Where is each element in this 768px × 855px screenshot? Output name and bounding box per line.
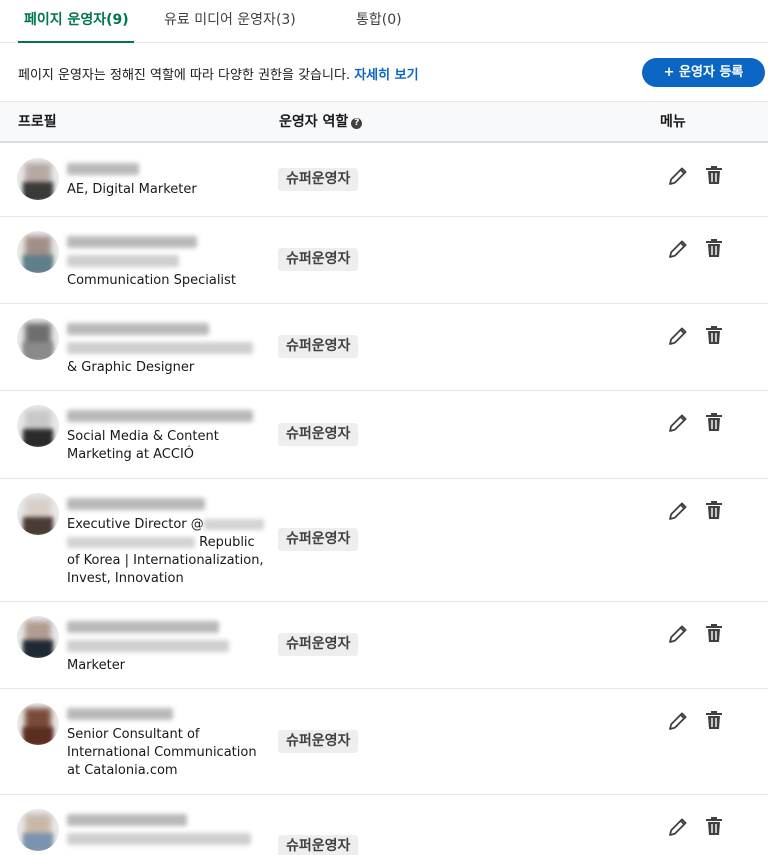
blurred-company [203, 519, 264, 530]
avatar[interactable] [17, 809, 59, 851]
pencil-icon[interactable] [666, 237, 690, 261]
blurred-title [67, 255, 179, 267]
avatar[interactable] [17, 616, 59, 658]
blurred-company [67, 537, 195, 548]
blurred-title [67, 833, 251, 845]
pencil-icon[interactable] [666, 709, 690, 733]
member-description: & Graphic Designer [67, 360, 195, 375]
table-row: & Graphic Designer 슈퍼운영자 [0, 304, 768, 391]
member-description: Communication Specialist [67, 273, 236, 288]
trash-icon[interactable] [702, 708, 726, 732]
trash-icon[interactable] [702, 814, 726, 838]
table-row: Social Media & Content Marketing at ACCI… [0, 391, 768, 479]
info-text: 페이지 운영자는 정해진 역할에 따라 다양한 권한을 갖습니다. 자세히 보기 [18, 64, 419, 83]
avatar[interactable] [17, 318, 59, 360]
info-description: 페이지 운영자는 정해진 역할에 따라 다양한 권한을 갖습니다. [18, 68, 355, 83]
help-icon[interactable]: ? [351, 118, 363, 129]
blurred-title [67, 342, 253, 354]
pencil-icon[interactable] [666, 164, 690, 188]
member-description: AE, Digital Marketer [67, 182, 197, 197]
member-description-part: Executive Director @ [67, 517, 204, 532]
role-badge: 슈퍼운영자 [278, 835, 359, 855]
member-description: Marketer [67, 658, 126, 673]
role-badge: 슈퍼운영자 [278, 633, 359, 656]
column-role-label: 운영자 역할 [279, 114, 349, 130]
pencil-icon[interactable] [666, 499, 690, 523]
member-description: Executive Director @ Republic of Korea |… [67, 516, 265, 588]
pencil-icon[interactable] [666, 622, 690, 646]
table-header: 프로필 운영자 역할? 메뉴 [0, 101, 768, 143]
blurred-name [67, 498, 205, 510]
blurred-name [67, 323, 209, 335]
blurred-name [67, 236, 197, 248]
trash-icon[interactable] [702, 236, 726, 260]
table-row: Executive Director @ Republic of Korea |… [0, 479, 768, 602]
tab-page-admins[interactable]: 페이지 운영자(9) [18, 0, 134, 43]
role-badge: 슈퍼운영자 [278, 168, 359, 191]
column-profile: 프로필 [18, 114, 57, 130]
trash-icon[interactable] [702, 163, 726, 187]
avatar[interactable] [17, 158, 59, 200]
role-badge: 슈퍼운영자 [278, 248, 359, 271]
table-row: Senior Consultant of International Commu… [0, 689, 768, 795]
trash-icon[interactable] [702, 410, 726, 434]
table-row: Communication Specialist 슈퍼운영자 [0, 217, 768, 304]
trash-icon[interactable] [702, 323, 726, 347]
avatar[interactable] [17, 493, 59, 535]
column-menu: 메뉴 [660, 114, 686, 130]
learn-more-link[interactable]: 자세히 보기 [354, 68, 418, 83]
tab-bar: 페이지 운영자(9) 유료 미디어 운영자(3) 통합(0) [0, 0, 768, 43]
pencil-icon[interactable] [666, 324, 690, 348]
table-row: Marketer 슈퍼운영자 [0, 602, 768, 689]
tab-paid-media-admins[interactable]: 유료 미디어 운영자(3) [164, 0, 296, 43]
blurred-name [67, 814, 187, 826]
avatar[interactable] [17, 703, 59, 745]
blurred-name [67, 163, 139, 175]
member-description: Social Media & Content Marketing at ACCI… [67, 429, 219, 462]
column-role: 운영자 역할? [279, 102, 363, 142]
member-description: Senior Consultant of International Commu… [67, 727, 257, 778]
role-badge: 슈퍼운영자 [278, 423, 359, 446]
pencil-icon[interactable] [666, 411, 690, 435]
pencil-icon[interactable] [666, 815, 690, 839]
blurred-name [67, 621, 219, 633]
tab-integration[interactable]: 통합(0) [356, 0, 402, 43]
role-badge: 슈퍼운영자 [278, 335, 359, 358]
blurred-title [67, 640, 229, 652]
trash-icon[interactable] [702, 498, 726, 522]
table-row: AE, Digital Marketer 슈퍼운영자 [0, 144, 768, 217]
avatar[interactable] [17, 405, 59, 447]
add-admin-button[interactable]: + 운영자 등록 [642, 58, 765, 87]
blurred-name [67, 410, 253, 422]
role-badge: 슈퍼운영자 [278, 730, 359, 753]
avatar[interactable] [17, 231, 59, 273]
blurred-name [67, 708, 173, 720]
trash-icon[interactable] [702, 621, 726, 645]
table-row: 슈퍼운영자 [0, 795, 768, 855]
role-badge: 슈퍼운영자 [278, 528, 359, 551]
